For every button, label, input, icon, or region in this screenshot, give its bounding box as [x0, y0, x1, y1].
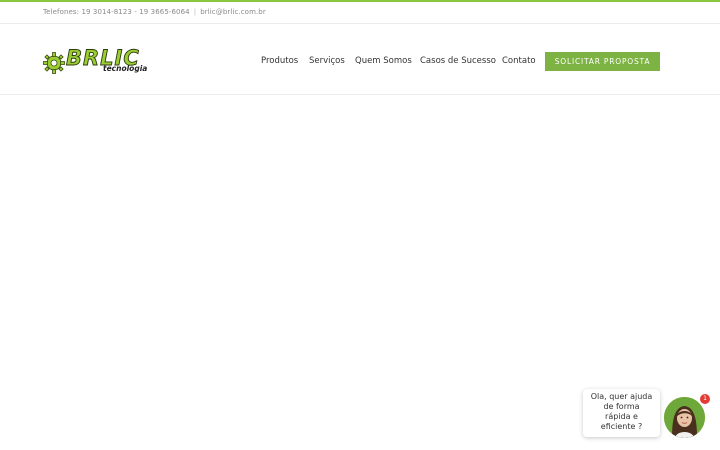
chat-greeting-line: eficiente ?	[600, 422, 643, 431]
nav-item-quem-somos[interactable]: Quem Somos	[355, 56, 412, 66]
phone-numbers: Telefones: 19 3014-8123 - 19 3665-6064	[43, 8, 190, 16]
chat-greeting-line: rápida e	[605, 412, 638, 421]
brand-logo[interactable]: BRLIC tecnologia	[42, 47, 148, 75]
nav-item-produtos[interactable]: Produtos	[261, 56, 298, 66]
chat-greeting-line: de forma	[603, 402, 640, 411]
contact-info: Telefones: 19 3014-8123 - 19 3665-6064 | b…	[43, 8, 266, 16]
logo-tagline: tecnologia	[103, 64, 148, 73]
contact-email-link[interactable]: brlic@brlic.com.br	[200, 8, 266, 16]
contact-separator: |	[193, 8, 197, 16]
gear-icon	[43, 52, 65, 74]
nav-item-contato[interactable]: Contato	[502, 56, 536, 66]
chat-avatar-button[interactable]	[664, 397, 705, 438]
assistant-avatar-icon	[664, 397, 705, 438]
top-contact-bar: Telefones: 19 3014-8123 - 19 3665-6064 | b…	[0, 2, 720, 24]
site-header: BRLIC tecnologia Produtos Serviços Quem …	[0, 24, 720, 95]
notification-badge: 1	[700, 394, 710, 404]
request-proposal-button[interactable]: SOLICITAR PROPOSTA	[545, 52, 660, 71]
nav-item-servicos[interactable]: Serviços	[309, 56, 345, 66]
chat-greeting-bubble[interactable]: Ola, quer ajuda de forma rápida e eficie…	[583, 389, 660, 437]
chat-greeting-line: Ola, quer ajuda	[590, 392, 653, 401]
nav-item-casos-de-sucesso[interactable]: Casos de Sucesso	[420, 56, 496, 66]
